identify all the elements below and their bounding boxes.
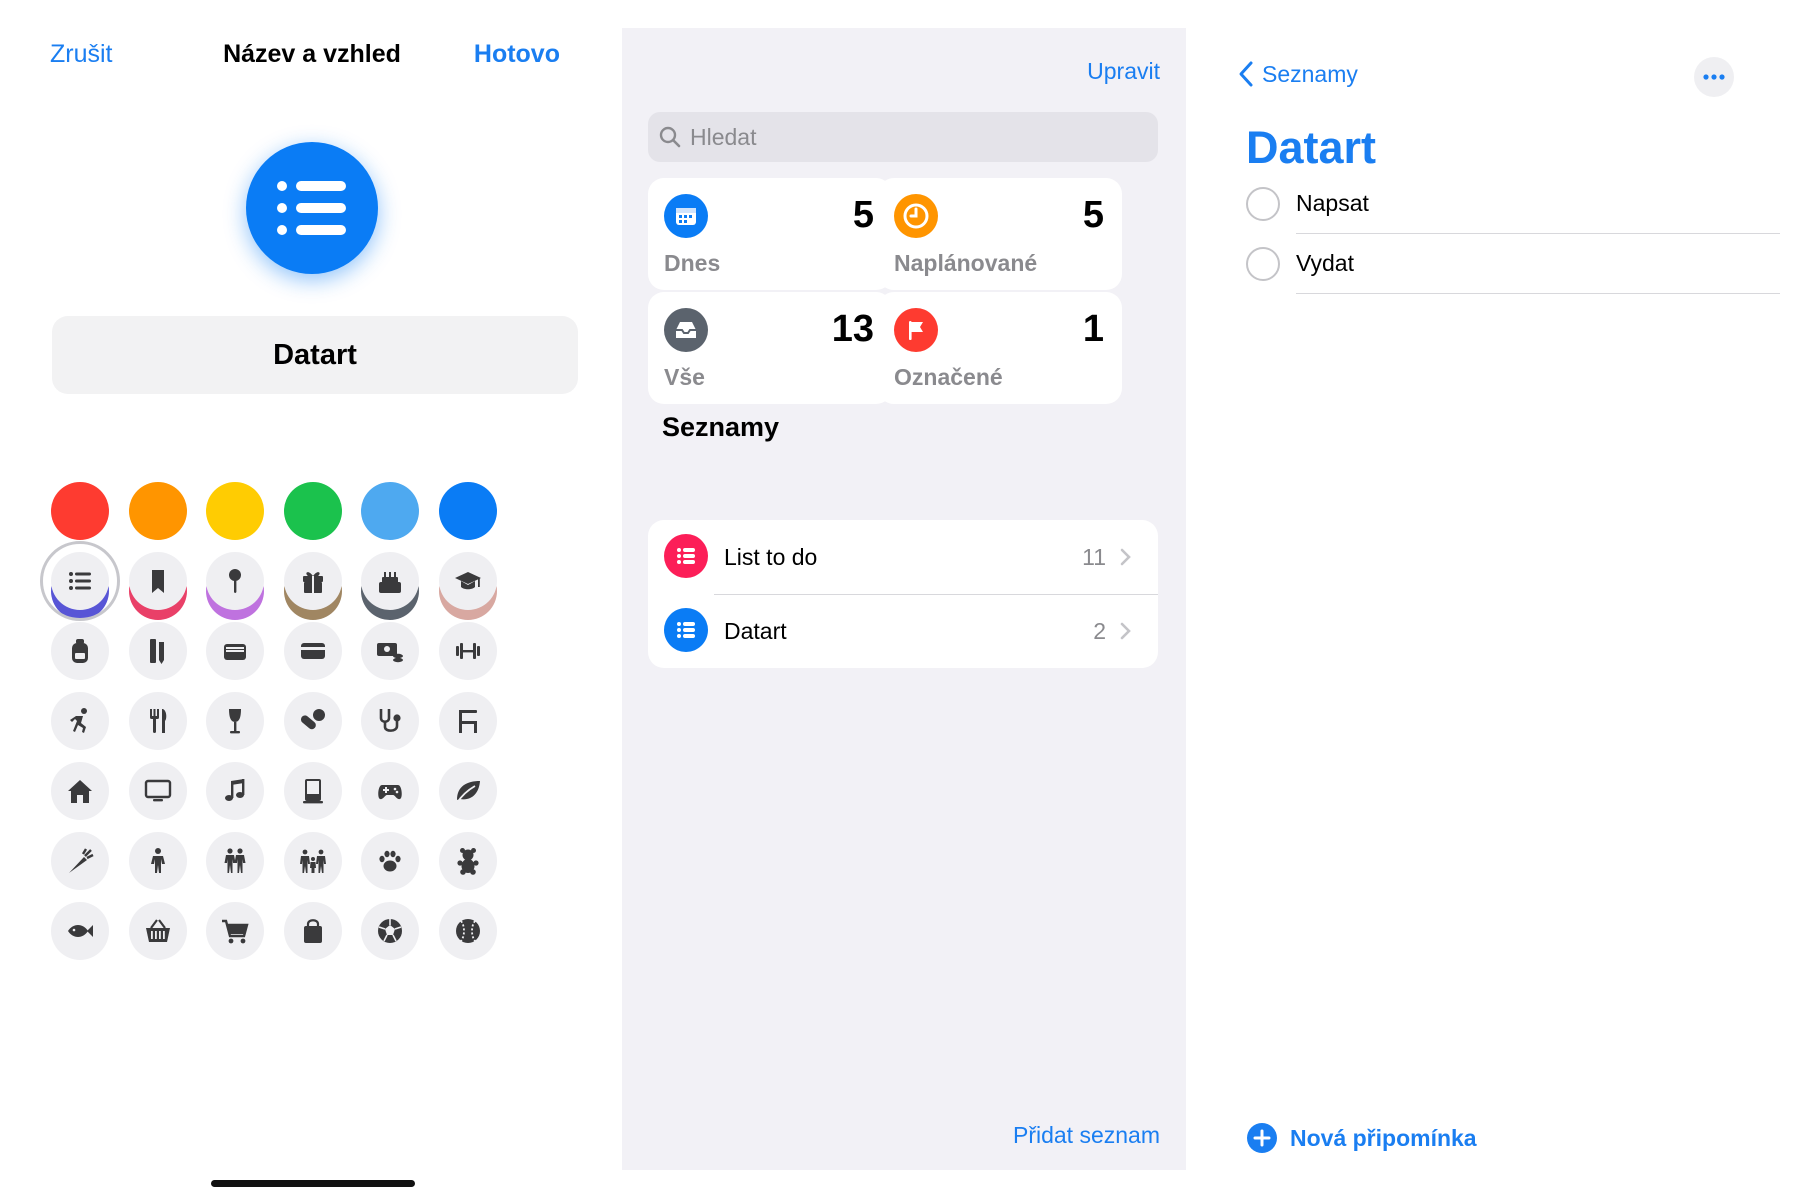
search-bar[interactable] <box>648 112 1158 162</box>
shopping-cart-icon[interactable] <box>206 902 265 960</box>
plus-circle-icon <box>1247 1123 1277 1153</box>
search-input[interactable] <box>688 122 1132 152</box>
family-icon[interactable] <box>283 832 342 890</box>
list-detail-panel: Seznamy Datart Napsat Vydat Nová připomí… <box>1212 28 1780 1170</box>
money-icon[interactable] <box>361 622 420 680</box>
stethoscope-icon[interactable] <box>361 692 420 750</box>
complete-checkbox[interactable] <box>1246 247 1280 281</box>
smart-list-label: Označené <box>894 364 1003 390</box>
done-button[interactable]: Hotovo <box>474 40 560 69</box>
smart-list-today[interactable]: 5 Dnes <box>648 178 892 290</box>
chevron-right-icon <box>1120 548 1131 566</box>
smart-list-all[interactable]: 13 Vše <box>648 292 892 404</box>
person-icon[interactable] <box>128 832 187 890</box>
list-icon <box>277 181 346 235</box>
computer-icon[interactable] <box>283 762 342 820</box>
home-indicator <box>211 1180 415 1187</box>
list-icon <box>664 534 708 578</box>
soccer-ball-icon[interactable] <box>361 902 420 960</box>
graduation-cap-icon[interactable] <box>439 552 497 610</box>
ruler-pencil-icon[interactable] <box>128 622 187 680</box>
list-item[interactable]: List to do 11 <box>648 520 1158 594</box>
calendar-icon <box>664 194 708 238</box>
pushpin-icon[interactable] <box>206 552 265 610</box>
clock-icon <box>894 194 938 238</box>
leaf-icon[interactable] <box>439 762 497 820</box>
list-icon-preview <box>246 142 378 274</box>
color-option[interactable] <box>51 482 109 540</box>
divider <box>1296 293 1780 294</box>
backpack-icon[interactable] <box>51 622 109 680</box>
running-icon[interactable] <box>51 692 109 750</box>
section-title: Seznamy <box>662 412 780 442</box>
gamepad-icon[interactable] <box>361 762 420 820</box>
music-note-icon[interactable] <box>206 762 265 820</box>
fish-icon[interactable] <box>51 902 109 960</box>
teddy-bear-icon[interactable] <box>439 832 497 890</box>
list-title: Datart <box>1246 122 1377 173</box>
complete-checkbox[interactable] <box>1246 187 1280 221</box>
list-count: 11 <box>1082 544 1106 570</box>
color-option[interactable] <box>283 482 342 540</box>
search-icon <box>659 126 681 148</box>
list-icon[interactable] <box>51 552 109 610</box>
credit-card-icon[interactable] <box>283 622 342 680</box>
smart-list-count: 5 <box>852 194 874 236</box>
baseball-icon[interactable] <box>439 902 497 960</box>
wallet-icon[interactable] <box>206 622 265 680</box>
color-option[interactable] <box>128 482 187 540</box>
color-option[interactable] <box>361 482 420 540</box>
add-list-button[interactable]: Přidat seznam <box>1013 1122 1160 1149</box>
edit-button[interactable]: Upravit <box>1087 58 1160 85</box>
smart-list-count: 1 <box>1082 308 1104 350</box>
smart-list-count: 13 <box>831 308 874 350</box>
chevron-right-icon <box>1120 622 1131 640</box>
smart-list-flagged[interactable]: 1 Označené <box>878 292 1122 404</box>
reminder-text[interactable]: Vydat <box>1296 250 1354 277</box>
paw-icon[interactable] <box>361 832 420 890</box>
my-lists: List to do 11 Datart 2 <box>648 520 1158 668</box>
reminder-item: Napsat <box>1246 174 1780 234</box>
chair-icon[interactable] <box>439 692 497 750</box>
carrot-icon[interactable] <box>51 832 109 890</box>
basket-icon[interactable] <box>128 902 187 960</box>
list-icon <box>664 608 708 652</box>
list-item[interactable]: Datart 2 <box>648 594 1158 668</box>
chevron-left-icon <box>1239 61 1253 87</box>
fork-knife-icon[interactable] <box>128 692 187 750</box>
tray-icon <box>664 308 708 352</box>
appearance-panel: Zrušit Název a vzhled Hotovo <box>28 28 596 1187</box>
ellipsis-icon <box>1703 74 1725 80</box>
gift-icon[interactable] <box>283 552 342 610</box>
color-option[interactable] <box>439 482 497 540</box>
back-button[interactable]: Seznamy <box>1238 60 1358 88</box>
color-option[interactable] <box>206 482 265 540</box>
shopping-bag-icon[interactable] <box>283 902 342 960</box>
bookmark-icon[interactable] <box>128 552 187 610</box>
back-label: Seznamy <box>1262 60 1358 87</box>
smart-list-label: Vše <box>664 364 705 390</box>
wine-glass-icon[interactable] <box>206 692 265 750</box>
lists-overview-panel: Upravit 5 Dnes 5 Naplánované 13 Vše <box>622 28 1186 1170</box>
tv-icon[interactable] <box>128 762 187 820</box>
list-name: List to do <box>724 544 818 570</box>
new-reminder-button[interactable]: Nová připomínka <box>1246 1122 1477 1154</box>
smart-list-count: 5 <box>1082 194 1104 236</box>
house-icon[interactable] <box>51 762 109 820</box>
smart-list-label: Naplánované <box>894 250 1038 276</box>
birthday-cake-icon[interactable] <box>361 552 420 610</box>
reminder-text[interactable]: Napsat <box>1296 190 1369 217</box>
two-people-icon[interactable] <box>206 832 265 890</box>
more-button[interactable] <box>1694 57 1734 97</box>
smart-list-label: Dnes <box>664 250 721 276</box>
reminder-item: Vydat <box>1246 234 1780 294</box>
list-name: Datart <box>724 618 787 644</box>
list-count: 2 <box>1093 618 1106 644</box>
smart-list-scheduled[interactable]: 5 Naplánované <box>878 178 1122 290</box>
list-name-field[interactable] <box>52 316 578 394</box>
pills-icon[interactable] <box>283 692 342 750</box>
dumbbell-icon[interactable] <box>439 622 497 680</box>
new-reminder-label: Nová připomínka <box>1290 1124 1477 1151</box>
flag-icon <box>894 308 938 352</box>
